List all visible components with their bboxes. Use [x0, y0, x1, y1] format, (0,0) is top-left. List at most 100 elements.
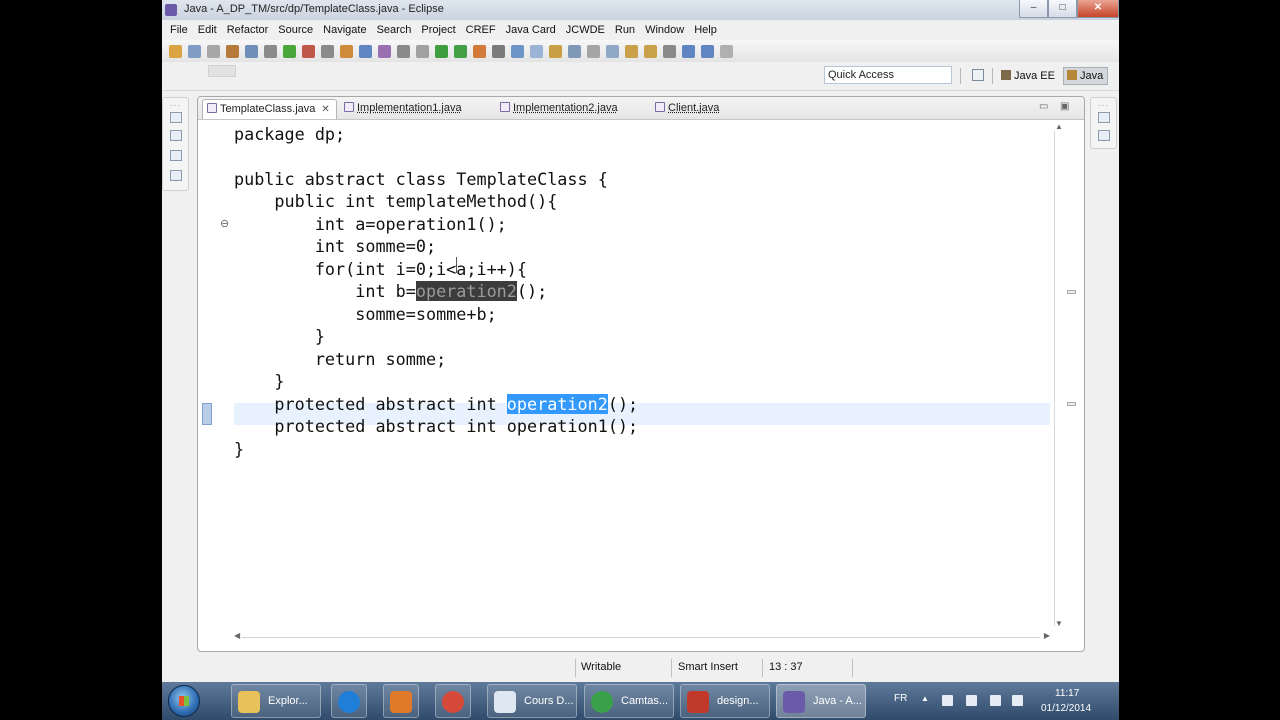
annotation-icon[interactable] — [549, 44, 562, 58]
stop-icon[interactable] — [302, 44, 315, 58]
open-task-icon[interactable] — [511, 44, 524, 58]
menu-run[interactable]: Run — [610, 24, 640, 36]
scroll-left-icon[interactable]: ◀ — [234, 631, 240, 640]
tools-icon[interactable] — [321, 44, 334, 58]
package-icon[interactable] — [340, 44, 353, 58]
show-hidden-icons[interactable]: ▲ — [921, 694, 929, 703]
trim-grip[interactable]: ··· — [1098, 101, 1109, 110]
debug-settings-icon[interactable] — [264, 44, 277, 58]
scroll-down-icon[interactable]: ▼ — [1055, 619, 1063, 628]
code-text: protected abstract int — [234, 394, 507, 414]
toggle-mark-icon[interactable] — [568, 44, 581, 58]
overview-ruler-mark[interactable] — [1067, 402, 1076, 406]
terminal-icon[interactable] — [245, 44, 258, 58]
new-interface-icon[interactable] — [378, 44, 391, 58]
tab-templateclass[interactable]: TemplateClass.java ✕ — [202, 99, 337, 119]
taskbar-internet-explorer[interactable] — [331, 684, 367, 718]
package-explorer-icon[interactable] — [170, 130, 182, 141]
code-editor[interactable]: ⊖ package dp; public abstract class Temp… — [198, 120, 1051, 635]
menu-cref[interactable]: CREF — [461, 24, 501, 36]
back-icon[interactable] — [682, 44, 695, 58]
menu-window[interactable]: Window — [640, 24, 689, 36]
restore-icon[interactable] — [1098, 112, 1110, 123]
trim-grip[interactable]: ··· — [170, 101, 181, 110]
taskbar-label: Java - A... — [813, 695, 862, 707]
debug-icon[interactable] — [435, 44, 448, 58]
menu-java-card[interactable]: Java Card — [501, 24, 561, 36]
clock-date[interactable]: 01/12/2014 — [1041, 703, 1091, 714]
print-icon[interactable] — [207, 44, 220, 58]
block-selection-icon[interactable] — [606, 44, 619, 58]
hierarchy-icon[interactable] — [170, 150, 182, 161]
show-whitespace-icon[interactable] — [587, 44, 600, 58]
run-icon[interactable] — [283, 44, 296, 58]
menu-jcwde[interactable]: JCWDE — [561, 24, 610, 36]
network-tray-icon[interactable] — [966, 695, 977, 706]
menu-search[interactable]: Search — [372, 24, 417, 36]
scroll-track[interactable] — [1054, 131, 1055, 626]
menu-edit[interactable]: Edit — [193, 24, 222, 36]
pin-editor-icon[interactable] — [720, 44, 733, 58]
minimize-button[interactable]: – — [1019, 0, 1048, 18]
menu-refactor[interactable]: Refactor — [222, 24, 274, 36]
toolbar-overflow-icon[interactable] — [208, 65, 236, 77]
menu-project[interactable]: Project — [416, 24, 460, 36]
language-indicator[interactable]: FR — [894, 693, 907, 704]
last-edit-icon[interactable] — [663, 44, 676, 58]
perspective-java-ee[interactable]: Java EE — [998, 67, 1059, 85]
perspective-java[interactable]: Java — [1063, 67, 1109, 85]
coverage-icon[interactable] — [492, 44, 505, 58]
flag-tray-icon[interactable] — [942, 695, 953, 706]
tab-client[interactable]: Client.java — [652, 99, 719, 119]
volume-tray-icon[interactable] — [1012, 695, 1023, 706]
close-button[interactable]: ✕ — [1077, 0, 1119, 18]
search-icon[interactable] — [416, 44, 429, 58]
scroll-track[interactable] — [242, 637, 1040, 638]
menu-source[interactable]: Source — [273, 24, 318, 36]
next-annotation-icon[interactable] — [625, 44, 638, 58]
new-class-icon[interactable] — [359, 44, 372, 58]
close-tab-icon[interactable]: ✕ — [321, 104, 329, 115]
taskbar-chrome[interactable] — [435, 684, 471, 718]
server-icon[interactable] — [226, 44, 239, 58]
maximize-button[interactable]: □ — [1048, 0, 1077, 18]
menu-help[interactable]: Help — [689, 24, 722, 36]
java-file-icon — [207, 103, 217, 113]
scroll-right-icon[interactable]: ▶ — [1044, 631, 1050, 640]
taskbar-pdf-design[interactable]: design... — [680, 684, 770, 718]
previous-annotation-icon[interactable] — [644, 44, 657, 58]
fold-toggle-icon[interactable]: ⊖ — [220, 217, 229, 230]
horizontal-scrollbar[interactable]: ◀ ▶ — [234, 631, 1050, 643]
tab-implementation2[interactable]: Implementation2.java — [497, 99, 618, 119]
editor-area: TemplateClass.java ✕ Implementation1.java… — [197, 96, 1085, 652]
start-button[interactable] — [168, 685, 200, 717]
clock-time[interactable]: 11:17 — [1055, 688, 1079, 699]
forward-icon[interactable] — [701, 44, 714, 58]
scroll-up-icon[interactable]: ▲ — [1055, 122, 1063, 131]
run-as-icon[interactable] — [454, 44, 467, 58]
open-perspective-icon[interactable] — [972, 69, 984, 81]
outline-icon[interactable] — [1098, 130, 1110, 141]
pdf-icon — [687, 691, 709, 713]
minimize-editor-button[interactable]: ▭ — [1039, 101, 1048, 112]
overview-ruler-mark[interactable] — [1067, 290, 1076, 294]
tab-implementation1[interactable]: Implementation1.java — [341, 99, 462, 119]
save-icon[interactable] — [188, 44, 201, 58]
open-type-icon[interactable] — [397, 44, 410, 58]
navigator-icon[interactable] — [170, 170, 182, 181]
restore-icon[interactable] — [170, 112, 182, 123]
taskbar-camtasia[interactable]: Camtas... — [584, 684, 674, 718]
new-icon[interactable] — [169, 44, 182, 58]
taskbar-cours[interactable]: Cours D... — [487, 684, 577, 718]
monitor-tray-icon[interactable] — [990, 695, 1001, 706]
menu-file[interactable]: File — [165, 24, 193, 36]
quick-access-field[interactable]: Quick Access — [824, 66, 952, 84]
taskbar-explorer[interactable]: Explor... — [231, 684, 321, 718]
taskbar-media-player[interactable] — [383, 684, 419, 718]
menu-navigate[interactable]: Navigate — [318, 24, 371, 36]
vertical-scrollbar[interactable]: ▲ ▼ — [1051, 120, 1084, 635]
web-browser-icon[interactable] — [530, 44, 543, 58]
maximize-editor-button[interactable]: ▣ — [1060, 101, 1069, 112]
external-tools-icon[interactable] — [473, 44, 486, 58]
taskbar-eclipse[interactable]: Java - A... — [776, 684, 866, 718]
